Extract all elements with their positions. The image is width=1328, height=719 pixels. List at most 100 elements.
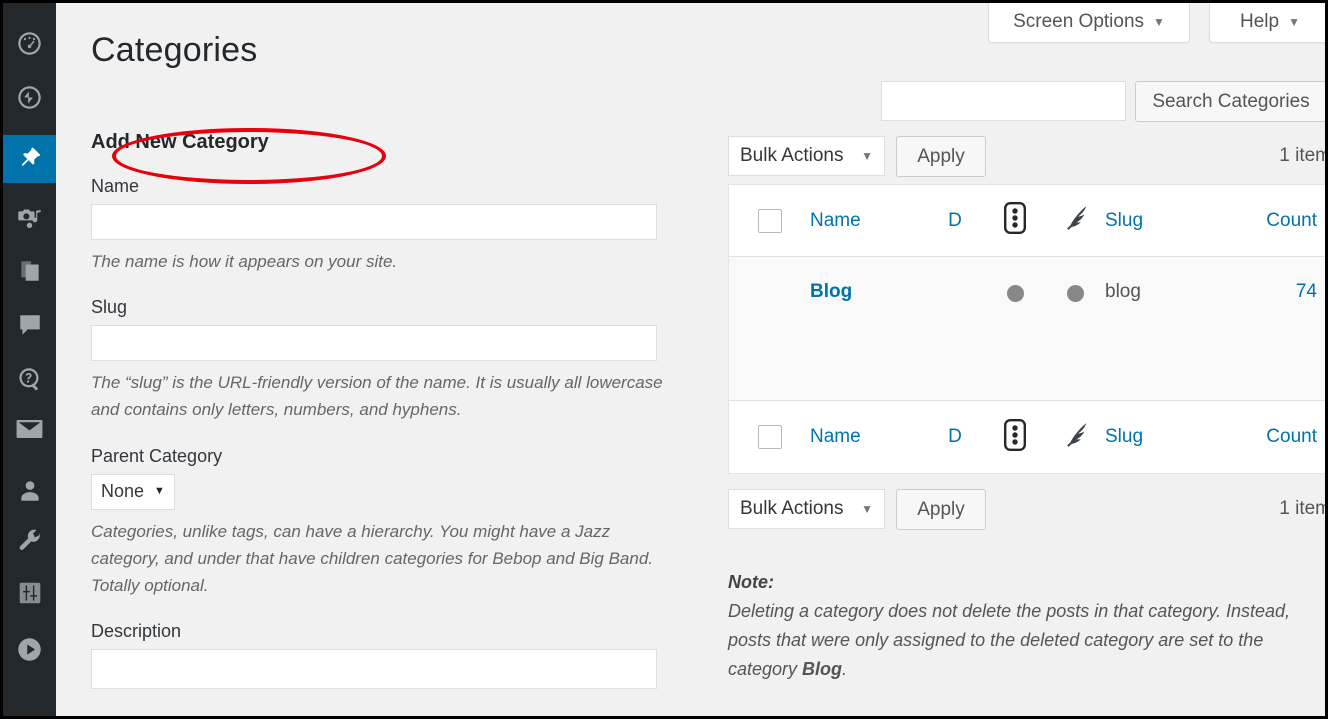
sidebar-item-jetpack[interactable] xyxy=(3,73,56,121)
sidebar-item-comments[interactable] xyxy=(3,301,56,349)
sidebar-item-posts[interactable] xyxy=(3,135,56,183)
item-count-bottom: 1 item xyxy=(1279,498,1325,520)
parent-category-label: Parent Category xyxy=(91,446,693,467)
field-name: Name The name is how it appears on your … xyxy=(91,176,693,275)
bulk-actions-label: Bulk Actions xyxy=(740,145,844,167)
user-icon xyxy=(17,478,43,504)
help-label: Help xyxy=(1240,11,1279,33)
note-text-after: . xyxy=(842,659,847,679)
sliders-icon xyxy=(17,580,43,606)
column-header-seo-bottom[interactable] xyxy=(1045,420,1105,455)
bulk-actions-select-top[interactable]: Bulk Actions ▼ xyxy=(728,136,885,176)
column-header-name-top[interactable]: Name xyxy=(810,210,925,232)
search-button-label: Search Categories xyxy=(1152,91,1309,113)
play-circle-icon xyxy=(16,636,43,663)
media-icon xyxy=(16,204,43,231)
row-count-cell[interactable]: 74 xyxy=(1215,281,1325,303)
screen-options-button[interactable]: Screen Options ▼ xyxy=(988,3,1190,43)
wrench-icon xyxy=(17,528,43,554)
seo-status-dot xyxy=(1067,285,1084,302)
parent-category-value: None xyxy=(101,481,144,502)
slug-label: Slug xyxy=(91,297,693,318)
bulk-actions-label: Bulk Actions xyxy=(740,498,844,520)
feather-icon xyxy=(1060,420,1090,455)
parent-category-description: Categories, unlike tags, can have a hier… xyxy=(91,518,671,600)
sidebar-item-users[interactable] xyxy=(3,467,56,515)
field-parent-category: Parent Category None ▼ Categories, unlik… xyxy=(91,446,693,600)
chevron-down-icon: ▼ xyxy=(1288,16,1300,28)
admin-screen: Screen Options ▼ Help ▼ Categories Add N… xyxy=(3,3,1325,716)
admin-body: Screen Options ▼ Help ▼ Categories Add N… xyxy=(56,3,1325,716)
help-button[interactable]: Help ▼ xyxy=(1209,3,1325,43)
search-input[interactable] xyxy=(881,81,1126,121)
bulk-actions-select-bottom[interactable]: Bulk Actions ▼ xyxy=(728,489,885,529)
column-header-count-bottom[interactable]: Count xyxy=(1215,426,1325,448)
checkbox-icon xyxy=(758,425,782,449)
select-all-checkbox-top[interactable] xyxy=(729,209,810,233)
slug-description: The “slug” is the URL-friendly version o… xyxy=(91,369,671,423)
column-header-name-bottom[interactable]: Name xyxy=(810,426,925,448)
pin-icon xyxy=(16,145,44,173)
pages-icon xyxy=(17,258,43,284)
categories-table: Name D xyxy=(728,184,1325,474)
chevron-down-icon: ▼ xyxy=(1153,16,1165,28)
sidebar-item-feedback[interactable] xyxy=(3,355,56,403)
note-block: Note: Deleting a category does not delet… xyxy=(728,568,1325,685)
apply-button-top[interactable]: Apply xyxy=(896,136,986,177)
question-icon xyxy=(16,366,43,393)
column-header-seo-top[interactable] xyxy=(1045,203,1105,238)
admin-sidebar xyxy=(3,3,56,716)
checkbox-icon xyxy=(758,209,782,233)
column-header-d-top[interactable]: D xyxy=(925,210,985,232)
comment-icon xyxy=(17,312,43,338)
sidebar-item-pages[interactable] xyxy=(3,247,56,295)
row-name-cell[interactable]: Blog xyxy=(810,281,925,303)
column-header-d-bottom[interactable]: D xyxy=(925,426,985,448)
row-seo-cell xyxy=(1045,281,1105,302)
traffic-light-icon xyxy=(1004,419,1026,456)
row-readability-cell xyxy=(985,281,1045,302)
form-heading: Add New Category xyxy=(91,131,693,154)
tablenav-top: Bulk Actions ▼ Apply 1 item xyxy=(728,136,1325,180)
page-title: Categories xyxy=(91,31,257,70)
sidebar-item-settings[interactable] xyxy=(3,569,56,617)
note-title: Note: xyxy=(728,568,1325,597)
sidebar-item-media[interactable] xyxy=(3,193,56,241)
table-row: Blog blog 74 xyxy=(729,257,1325,401)
tablenav-bottom: Bulk Actions ▼ Apply 1 item xyxy=(728,489,1325,533)
column-header-slug-top[interactable]: Slug xyxy=(1105,210,1215,232)
dashboard-icon xyxy=(16,30,43,57)
jetpack-icon xyxy=(16,84,43,111)
add-category-form: Add New Category Name The name is how it… xyxy=(91,131,693,711)
name-input[interactable] xyxy=(91,204,657,240)
apply-label: Apply xyxy=(917,499,965,521)
column-header-count-top[interactable]: Count xyxy=(1215,210,1325,232)
traffic-light-icon xyxy=(1004,202,1026,239)
note-body: Deleting a category does not delete the … xyxy=(728,597,1325,684)
name-description: The name is how it appears on your site. xyxy=(91,248,671,275)
description-textarea[interactable] xyxy=(91,649,657,689)
sidebar-item-tools[interactable] xyxy=(3,517,56,565)
note-emphasis: Blog xyxy=(802,659,842,679)
screen-options-label: Screen Options xyxy=(1013,11,1144,33)
column-header-readability-top[interactable] xyxy=(985,202,1045,239)
feather-icon xyxy=(1060,203,1090,238)
chevron-down-icon: ▼ xyxy=(861,503,873,515)
column-header-readability-bottom[interactable] xyxy=(985,419,1045,456)
column-header-slug-bottom[interactable]: Slug xyxy=(1105,426,1215,448)
table-header-row: Name D xyxy=(729,185,1325,257)
select-all-checkbox-bottom[interactable] xyxy=(729,425,810,449)
parent-category-select[interactable]: None ▼ xyxy=(91,474,175,510)
sidebar-item-mail[interactable] xyxy=(3,405,56,453)
slug-input[interactable] xyxy=(91,325,657,361)
name-label: Name xyxy=(91,176,693,197)
chevron-down-icon: ▼ xyxy=(154,486,165,497)
apply-button-bottom[interactable]: Apply xyxy=(896,489,986,530)
sidebar-item-collapse[interactable] xyxy=(3,625,56,673)
field-slug: Slug The “slug” is the URL-friendly vers… xyxy=(91,297,693,423)
sidebar-item-dashboard[interactable] xyxy=(3,19,56,67)
search-categories-button[interactable]: Search Categories xyxy=(1135,81,1325,122)
apply-label: Apply xyxy=(917,146,965,168)
envelope-icon xyxy=(16,418,43,440)
table-footer-row: Name D xyxy=(729,401,1325,473)
